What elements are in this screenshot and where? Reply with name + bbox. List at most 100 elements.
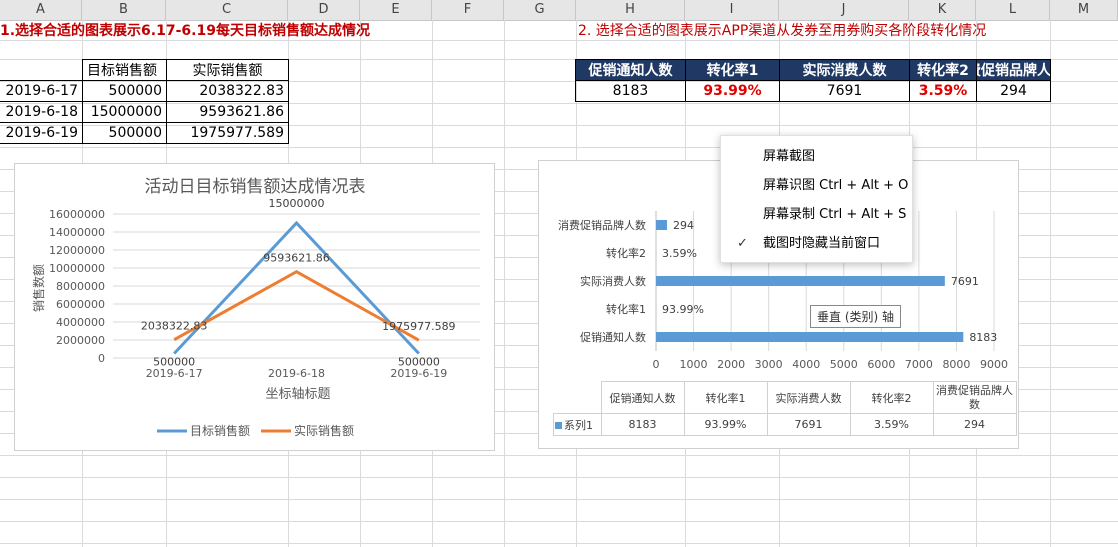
x-tick-label: 2019-6-18 [268, 367, 325, 380]
plot-gridlines [113, 213, 480, 359]
conv-value-brand[interactable]: 294 [976, 80, 1051, 102]
series-swatch-icon [555, 421, 562, 429]
y-tick-label: 0 [98, 352, 105, 365]
actual-cell[interactable]: 1975977.589 [166, 122, 289, 144]
target-cell[interactable]: 500000 [82, 80, 167, 102]
x-tick-label: 9000 [980, 358, 1008, 371]
y-tick-label: 2000000 [56, 334, 105, 347]
data-table-corner [554, 382, 602, 414]
conv-value-notified[interactable]: 8183 [575, 80, 686, 102]
bar-value-label: 7691 [951, 275, 979, 288]
bar [656, 220, 668, 230]
y-tick-label: 14000000 [49, 226, 105, 239]
data-label: 15000000 [269, 197, 325, 210]
x-tick-label: 2019-6-19 [390, 367, 447, 380]
menu-item-screen-recognize[interactable]: 屏幕识图 Ctrl + Alt + O [721, 171, 912, 200]
data-label: 500000 [398, 356, 440, 369]
data-table-cell: 294 [932, 413, 1017, 436]
data-label: 9593621.86 [263, 252, 329, 265]
axis-tooltip: 垂直 (类别) 轴 [810, 305, 901, 328]
conv-header-consumers[interactable]: 实际消费人数 [779, 59, 910, 81]
conv-header-notified[interactable]: 促销通知人数 [575, 59, 686, 81]
col-header-m[interactable]: M [1050, 0, 1118, 20]
y-tick-label: 16000000 [49, 208, 105, 221]
bar-value-label: 294 [673, 219, 694, 232]
task2-title[interactable]: 2. 选择合适的图表展示APP渠道从发券至用券购买各阶段转化情况 [578, 21, 1058, 41]
bar-value-label: 8183 [969, 331, 997, 344]
category-label: 促销通知人数 [580, 330, 646, 344]
menu-item-hide-window[interactable]: ✓ 截图时隐藏当前窗口 [721, 229, 912, 258]
x-tick-label: 1000 [680, 358, 708, 371]
table-row: 2019-6-17 500000 2038322.83 [0, 80, 289, 102]
conv-value-rate2[interactable]: 3.59% [909, 80, 977, 102]
conversion-table: 促销通知人数 转化率1 实际消费人数 转化率2 消费促销品牌人 8183 93.… [575, 59, 1051, 102]
data-table-cell: 8183 [600, 413, 685, 436]
sales-header-actual[interactable]: 实际销售额 [166, 59, 289, 81]
sales-table-corner[interactable] [0, 59, 83, 81]
x-tick-label: 6000 [867, 358, 895, 371]
y-axis-title[interactable]: 销售数额 [31, 264, 46, 312]
x-tick-label: 2019-6-17 [146, 367, 203, 380]
col-header-a[interactable]: A [0, 0, 82, 20]
bar-value-label: 3.59% [662, 247, 697, 260]
sales-header-target[interactable]: 目标销售额 [82, 59, 167, 81]
col-header-c[interactable]: C [166, 0, 288, 20]
line-chart[interactable]: 活动日目标销售额达成情况表 16000000 14000000 12000000 10… [14, 163, 495, 451]
x-tick-label: 2000 [717, 358, 745, 371]
data-table-series-key: 系列1 [553, 413, 602, 436]
data-label: 2038322.83 [141, 320, 207, 333]
category-label: 消费促销品牌人数 [558, 218, 646, 232]
col-header-j[interactable]: J [779, 0, 909, 20]
target-cell[interactable]: 500000 [82, 122, 167, 144]
y-tick-label: 12000000 [49, 244, 105, 257]
data-label: 500000 [153, 356, 195, 369]
data-label: 1975977.589 [382, 320, 455, 333]
actual-cell[interactable]: 9593621.86 [166, 101, 289, 123]
data-table-header: 实际消费人数 [766, 381, 851, 414]
col-header-i[interactable]: I [685, 0, 779, 20]
actual-cell[interactable]: 2038322.83 [166, 80, 289, 102]
column-header-row: A B C D E F G H I J K L M [0, 0, 1118, 21]
col-header-h[interactable]: H [576, 0, 685, 20]
task1-title[interactable]: 1.选择合适的图表展示6.17-6.19每天目标销售额达成情况 [0, 21, 420, 41]
col-header-l[interactable]: L [976, 0, 1050, 20]
col-header-b[interactable]: B [82, 0, 166, 20]
conv-value-rate1[interactable]: 93.99% [685, 80, 780, 102]
x-tick-label: 4000 [792, 358, 820, 371]
y-axis-ticks: 16000000 14000000 12000000 10000000 8000000 6… [49, 208, 105, 365]
conv-header-brand[interactable]: 消费促销品牌人 [976, 59, 1051, 81]
y-tick-label: 8000000 [56, 280, 105, 293]
data-table-cell: 7691 [766, 413, 851, 436]
data-table-header: 转化率2 [849, 381, 934, 414]
menu-item-screenshot[interactable]: 屏幕截图 [721, 142, 912, 171]
category-label: 转化率2 [606, 246, 646, 260]
conv-value-consumers[interactable]: 7691 [779, 80, 910, 102]
x-axis-title[interactable]: 坐标轴标题 [265, 387, 330, 402]
col-header-k[interactable]: K [909, 0, 976, 20]
screenshot-context-menu: 屏幕截图 屏幕识图 Ctrl + Alt + O 屏幕录制 Ctrl + Alt… [720, 135, 913, 263]
sales-table: 目标销售额 实际销售额 2019-6-17 500000 2038322.83 … [0, 59, 289, 144]
data-table-header: 转化率1 [683, 381, 768, 414]
date-cell[interactable]: 2019-6-17 [0, 80, 83, 102]
bar [656, 276, 945, 286]
date-cell[interactable]: 2019-6-19 [0, 122, 83, 144]
chart-title[interactable]: 活动日目标销售额达成情况表 [145, 177, 366, 197]
conv-header-rate1[interactable]: 转化率1 [685, 59, 780, 81]
date-cell[interactable]: 2019-6-18 [0, 101, 83, 123]
conv-header-rate2[interactable]: 转化率2 [909, 59, 977, 81]
x-tick-label: 3000 [755, 358, 783, 371]
col-header-d[interactable]: D [288, 0, 360, 20]
x-tick-label: 5000 [830, 358, 858, 371]
col-header-e[interactable]: E [360, 0, 432, 20]
series-line [173, 220, 420, 355]
menu-item-screen-record[interactable]: 屏幕录制 Ctrl + Alt + S [721, 200, 912, 229]
x-tick-label: 0 [653, 358, 660, 371]
x-axis-ticks: 2019-6-17 2019-6-18 2019-6-19 [146, 367, 448, 380]
data-table-cell: 93.99% [683, 413, 768, 436]
col-header-f[interactable]: F [432, 0, 504, 20]
col-header-g[interactable]: G [504, 0, 576, 20]
target-cell[interactable]: 15000000 [82, 101, 167, 123]
data-table-header: 促销通知人数 [600, 381, 685, 414]
legend[interactable]: 目标销售额 实际销售额 [157, 423, 354, 438]
legend-label-target: 目标销售额 [190, 423, 250, 438]
